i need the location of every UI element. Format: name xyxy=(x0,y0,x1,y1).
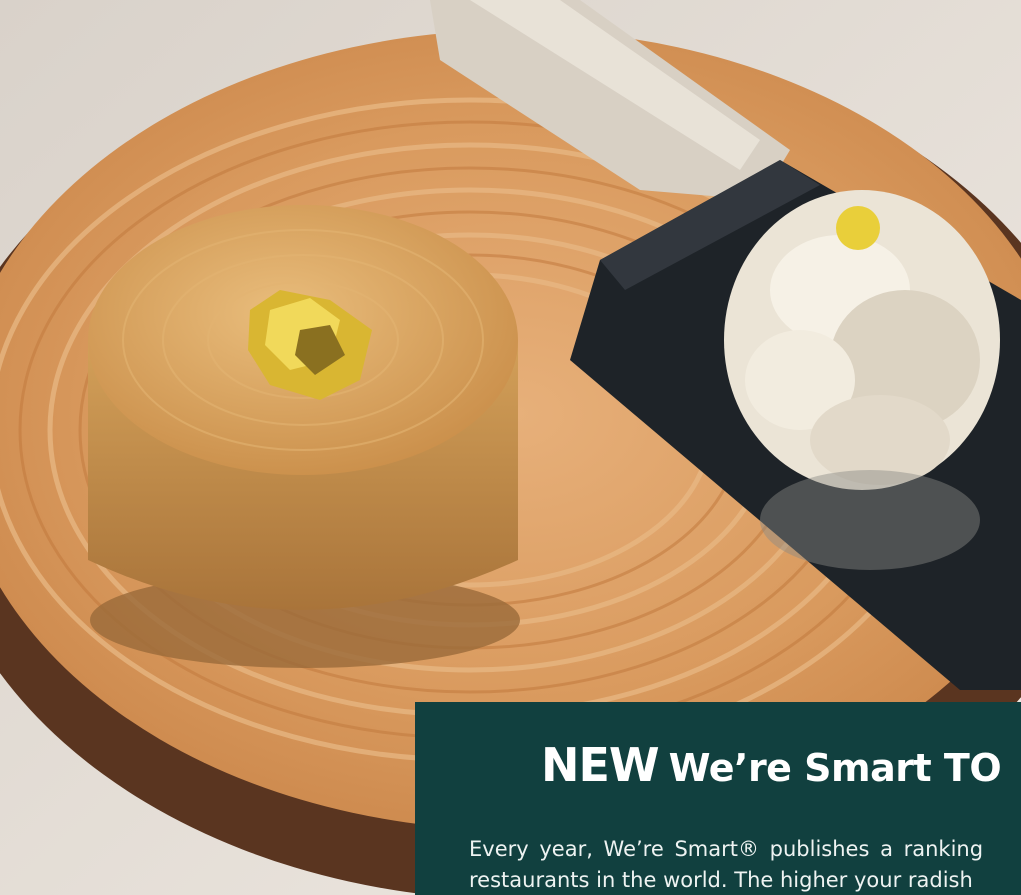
promo-body: Every year, We’re Smart® publishes a ran… xyxy=(469,834,1021,895)
new-badge: NEW xyxy=(541,738,660,792)
promo-title: NEW We’re Smart TO xyxy=(541,738,1002,792)
dessert-cake xyxy=(88,205,520,668)
promo-card: NEW We’re Smart TO Every year, We’re Smar… xyxy=(415,702,1021,895)
promo-body-line-1: Every year, We’re Smart® publishes a ran… xyxy=(469,837,984,861)
promo-body-line-2: restaurants in the world. The higher you… xyxy=(469,868,973,892)
cream-quenelle xyxy=(724,190,1000,570)
promo-headline: We’re Smart TO xyxy=(668,746,1002,790)
